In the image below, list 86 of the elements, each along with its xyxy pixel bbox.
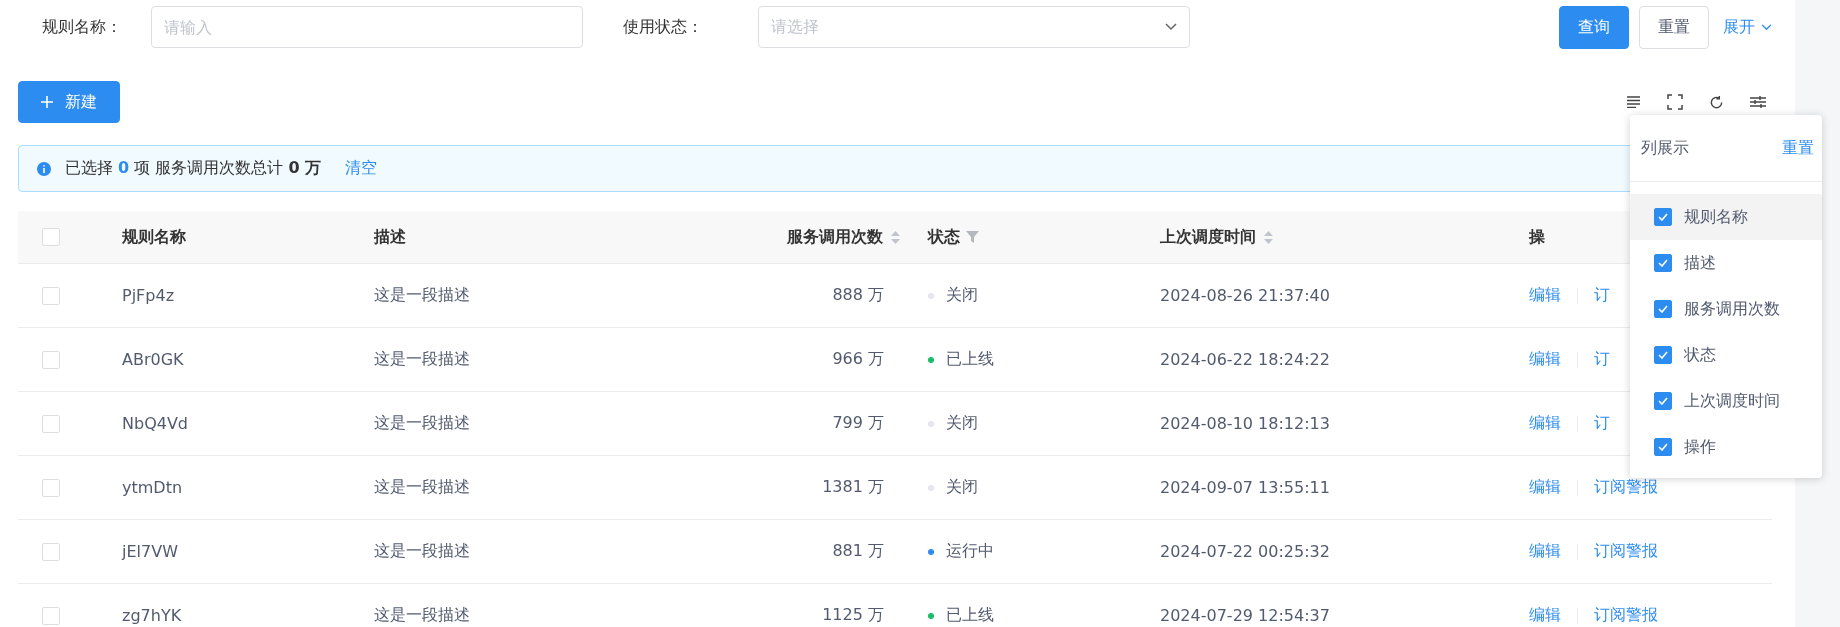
status-text: 运行中 <box>946 541 994 562</box>
checkmark-icon <box>1658 213 1668 221</box>
table-cell: 881 万 <box>832 541 884 562</box>
table-cell: 888 万 <box>832 285 884 306</box>
checkbox[interactable] <box>1654 300 1672 318</box>
checkmark-icon <box>1658 397 1668 405</box>
table-cell: 966 万 <box>832 349 884 370</box>
checkmark-icon <box>1658 305 1668 313</box>
table-cell: 这是一段描述 <box>374 605 470 626</box>
table-cell: 这是一段描述 <box>374 349 470 370</box>
action-link[interactable]: 订 <box>1594 349 1610 370</box>
clear-link[interactable]: 清空 <box>345 158 378 179</box>
new-button[interactable]: 新建 <box>18 81 120 123</box>
status-text: 关闭 <box>946 285 978 306</box>
action-link[interactable]: 编辑 <box>1529 413 1561 434</box>
popover-title: 列展示 <box>1641 137 1689 159</box>
column-option[interactable]: 服务调用次数 <box>1630 286 1822 332</box>
column-option[interactable]: 描述 <box>1630 240 1822 286</box>
action-link[interactable]: 订阅警报 <box>1594 477 1658 498</box>
input-field[interactable]: 请输入 <box>151 6 583 48</box>
status-text: 关闭 <box>946 413 978 434</box>
column-option[interactable]: 上次调度时间 <box>1630 378 1822 424</box>
alert-text: 已选择 0 项 服务调用次数总计 0 万 <box>65 158 322 179</box>
table-cell: 2024-08-26 21:37:40 <box>1160 286 1330 305</box>
action-link[interactable]: 编辑 <box>1529 285 1561 306</box>
checkbox[interactable] <box>1654 254 1672 272</box>
table-cell: 这是一段描述 <box>374 541 470 562</box>
info-icon <box>37 161 51 176</box>
reset-link[interactable]: 重置 <box>1782 137 1814 159</box>
chevron-down-icon <box>1165 23 1177 31</box>
expand-link[interactable]: 展开 <box>1719 16 1772 38</box>
action-link[interactable]: 编辑 <box>1529 477 1561 498</box>
settings-icon[interactable] <box>1750 95 1766 109</box>
reset-button[interactable]: 重置 <box>1639 5 1709 49</box>
column-header: 状态 <box>928 226 960 248</box>
action-link[interactable]: 订 <box>1594 285 1610 306</box>
table-cell: PjFp4z <box>122 286 175 305</box>
column-header: 上次调度时间 <box>1160 226 1256 248</box>
table-cell: NbQ4Vd <box>122 414 188 433</box>
table-cell: jEl7VW <box>122 542 178 561</box>
action-link[interactable]: 订阅警报 <box>1594 605 1658 626</box>
table-cell: 2024-09-07 13:55:11 <box>1160 478 1330 497</box>
column-header: 服务调用次数 <box>787 226 883 248</box>
filter-icon[interactable] <box>966 231 979 243</box>
action-link[interactable]: 编辑 <box>1529 541 1561 562</box>
table-cell: 这是一段描述 <box>374 285 470 306</box>
column-option[interactable]: 操作 <box>1630 424 1822 470</box>
status-text: 已上线 <box>946 349 994 370</box>
field-label: 规则名称： <box>41 16 123 38</box>
checkbox[interactable] <box>1654 438 1672 456</box>
table-cell: 这是一段描述 <box>374 477 470 498</box>
checkbox[interactable] <box>1654 392 1672 410</box>
table-cell: 这是一段描述 <box>374 413 470 434</box>
column-option[interactable]: 规则名称 <box>1630 194 1822 240</box>
action-link[interactable]: 订 <box>1594 413 1610 434</box>
action-link[interactable]: 订阅警报 <box>1594 541 1658 562</box>
plus-icon <box>41 96 53 108</box>
table-cell: 1125 万 <box>822 605 884 626</box>
table-cell: zg7hYK <box>122 606 182 625</box>
fullscreen-icon[interactable] <box>1667 94 1683 110</box>
checkmark-icon <box>1658 259 1668 267</box>
table-cell: ABr0GK <box>122 350 184 369</box>
table-cell: 799 万 <box>832 413 884 434</box>
column-header: 描述 <box>374 226 406 248</box>
table-cell: ytmDtn <box>122 478 183 497</box>
column-header: 操 <box>1529 226 1545 248</box>
chevron-down-icon <box>1761 23 1772 31</box>
checkmark-icon <box>1658 443 1668 451</box>
action-link[interactable]: 编辑 <box>1529 349 1561 370</box>
checkbox[interactable] <box>1654 346 1672 364</box>
table-cell: 2024-07-29 12:54:37 <box>1160 606 1330 625</box>
table-cell: 1381 万 <box>822 477 884 498</box>
status-text: 已上线 <box>946 605 994 626</box>
checkmark-icon <box>1658 351 1668 359</box>
query-button[interactable]: 查询 <box>1559 5 1629 49</box>
column-header: 规则名称 <box>122 226 186 248</box>
field-label: 使用状态： <box>622 16 704 38</box>
table-cell: 2024-06-22 18:24:22 <box>1160 350 1330 369</box>
checkbox[interactable] <box>1654 208 1672 226</box>
density-icon[interactable] <box>1627 96 1641 108</box>
table-cell: 2024-07-22 00:25:32 <box>1160 542 1330 561</box>
refresh-icon[interactable] <box>1709 94 1724 110</box>
column-option[interactable]: 状态 <box>1630 332 1822 378</box>
status-text: 关闭 <box>946 477 978 498</box>
table-cell: 2024-08-10 18:12:13 <box>1160 414 1330 433</box>
action-link[interactable]: 编辑 <box>1529 605 1561 626</box>
